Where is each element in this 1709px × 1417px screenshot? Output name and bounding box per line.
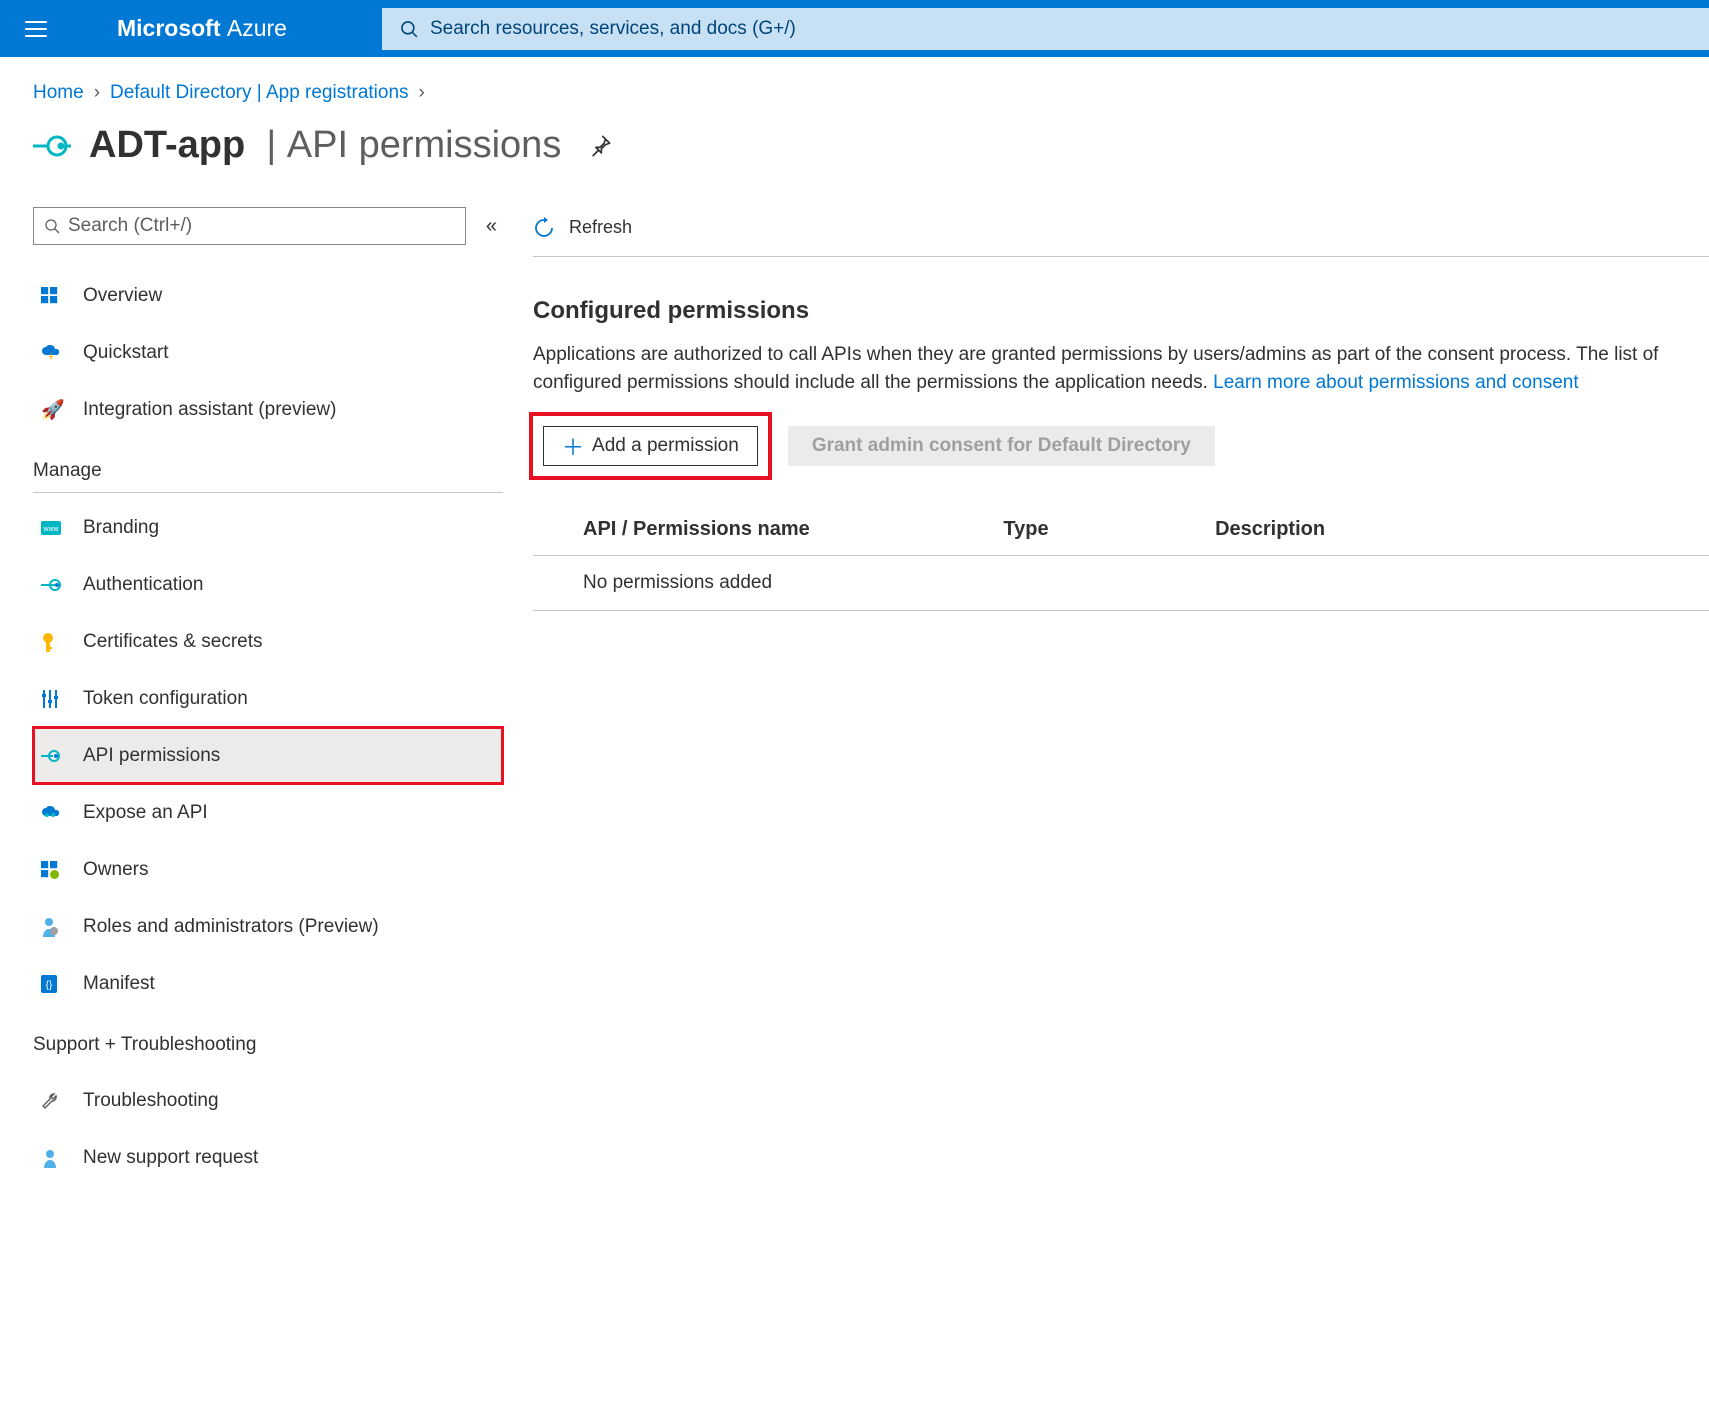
sidebar-item-owners[interactable]: Owners — [33, 841, 503, 898]
col-description: Description — [1215, 504, 1709, 556]
grid-icon — [41, 287, 65, 305]
page-subtitle: API permissions — [287, 124, 562, 166]
main-content: Refresh Configured permissions Applicati… — [533, 207, 1709, 1186]
sidebar-section-manage: Manage — [33, 460, 503, 493]
svg-text:www: www — [42, 526, 59, 533]
sidebar-item-label: Integration assistant (preview) — [83, 399, 336, 421]
permissions-table: API / Permissions name Type Description … — [533, 504, 1709, 611]
col-type: Type — [1003, 504, 1215, 556]
owners-icon — [41, 861, 65, 879]
sidebar-item-label: Quickstart — [83, 342, 169, 364]
sidebar-item-authentication[interactable]: Authentication — [33, 556, 503, 613]
sidebar-item-troubleshooting[interactable]: Troubleshooting — [33, 1072, 503, 1129]
breadcrumb-directory[interactable]: Default Directory | App registrations — [110, 82, 409, 104]
pin-icon[interactable] — [589, 135, 611, 157]
app-name: ADT-app — [89, 124, 245, 166]
section-title: Configured permissions — [533, 297, 1709, 325]
sidebar-item-label: Roles and administrators (Preview) — [83, 916, 379, 938]
manifest-icon: {} — [41, 975, 65, 993]
sidebar-search[interactable] — [33, 207, 466, 245]
sidebar-search-input[interactable] — [68, 215, 455, 237]
sidebar-item-label: Owners — [83, 859, 148, 881]
add-permission-highlight: ＋ Add a permission — [533, 416, 768, 476]
add-permission-button[interactable]: ＋ Add a permission — [543, 426, 758, 466]
page-title-row: ADT-app | API permissions — [33, 124, 1709, 167]
toolbar: Refresh — [533, 207, 1709, 257]
collapse-sidebar-icon[interactable]: « — [480, 215, 503, 238]
sidebar-item-label: API permissions — [83, 745, 220, 767]
breadcrumb-home[interactable]: Home — [33, 82, 84, 104]
key-icon — [41, 632, 65, 652]
brand-light: Azure — [227, 15, 287, 41]
app-registration-icon — [33, 127, 71, 165]
wrench-icon — [41, 1092, 65, 1110]
search-icon — [44, 218, 60, 234]
empty-row: No permissions added — [533, 556, 1709, 611]
breadcrumb: Home › Default Directory | App registrat… — [33, 82, 1709, 110]
cloud-api-icon — [41, 806, 65, 820]
page-title: ADT-app | API permissions — [89, 124, 561, 167]
add-permission-label: Add a permission — [592, 435, 739, 457]
sidebar-item-overview[interactable]: Overview — [33, 267, 503, 324]
support-person-icon — [41, 1148, 65, 1168]
sliders-icon — [41, 690, 65, 708]
sidebar: « Overview Quickstart 🚀 Integ — [33, 207, 533, 1186]
api-permissions-icon — [41, 749, 65, 763]
sidebar-item-expose-api[interactable]: Expose an API — [33, 784, 503, 841]
grant-consent-label: Grant admin consent for Default Director… — [812, 435, 1191, 457]
brand-bold: Microsoft — [117, 15, 221, 41]
branding-icon: www — [41, 521, 65, 535]
sidebar-item-quickstart[interactable]: Quickstart — [33, 324, 503, 381]
search-icon — [400, 20, 418, 38]
authentication-icon — [41, 577, 65, 593]
sidebar-item-label: Expose an API — [83, 802, 208, 824]
plus-icon: ＋ — [562, 430, 584, 462]
sidebar-item-label: Troubleshooting — [83, 1090, 219, 1112]
topbar: Microsoft Azure — [0, 0, 1709, 57]
global-search[interactable] — [382, 8, 1709, 50]
rocket-icon: 🚀 — [41, 398, 65, 422]
sidebar-item-label: Authentication — [83, 574, 203, 596]
hamburger-menu-icon[interactable] — [25, 21, 47, 37]
sidebar-item-label: Certificates & secrets — [83, 631, 263, 653]
sidebar-item-integration-assistant[interactable]: 🚀 Integration assistant (preview) — [33, 381, 503, 438]
sidebar-item-token-configuration[interactable]: Token configuration — [33, 670, 503, 727]
chevron-right-icon: › — [94, 82, 100, 104]
global-search-input[interactable] — [430, 18, 1691, 40]
sidebar-item-manifest[interactable]: {} Manifest — [33, 955, 503, 1012]
grant-admin-consent-button: Grant admin consent for Default Director… — [788, 426, 1215, 466]
refresh-icon[interactable] — [533, 217, 555, 239]
svg-text:{}: {} — [46, 980, 53, 991]
cloud-bolt-icon — [41, 345, 65, 361]
sidebar-item-label: Token configuration — [83, 688, 248, 710]
sidebar-item-branding[interactable]: www Branding — [33, 499, 503, 556]
brand-logo[interactable]: Microsoft Azure — [117, 15, 287, 42]
sidebar-item-api-permissions[interactable]: API permissions — [33, 727, 503, 784]
learn-more-link[interactable]: Learn more about permissions and consent — [1213, 372, 1578, 393]
sidebar-item-label: Branding — [83, 517, 159, 539]
sidebar-item-roles[interactable]: Roles and administrators (Preview) — [33, 898, 503, 955]
section-description: Applications are authorized to call APIs… — [533, 341, 1683, 396]
chevron-right-icon: › — [419, 82, 425, 104]
sidebar-item-new-support-request[interactable]: New support request — [33, 1129, 503, 1186]
sidebar-item-certificates[interactable]: Certificates & secrets — [33, 613, 503, 670]
col-api: API / Permissions name — [533, 504, 1003, 556]
person-gear-icon — [41, 917, 65, 937]
sidebar-section-support: Support + Troubleshooting — [33, 1034, 503, 1066]
sidebar-item-label: Overview — [83, 285, 162, 307]
sidebar-item-label: New support request — [83, 1147, 258, 1169]
refresh-button[interactable]: Refresh — [569, 217, 632, 238]
sidebar-item-label: Manifest — [83, 973, 155, 995]
